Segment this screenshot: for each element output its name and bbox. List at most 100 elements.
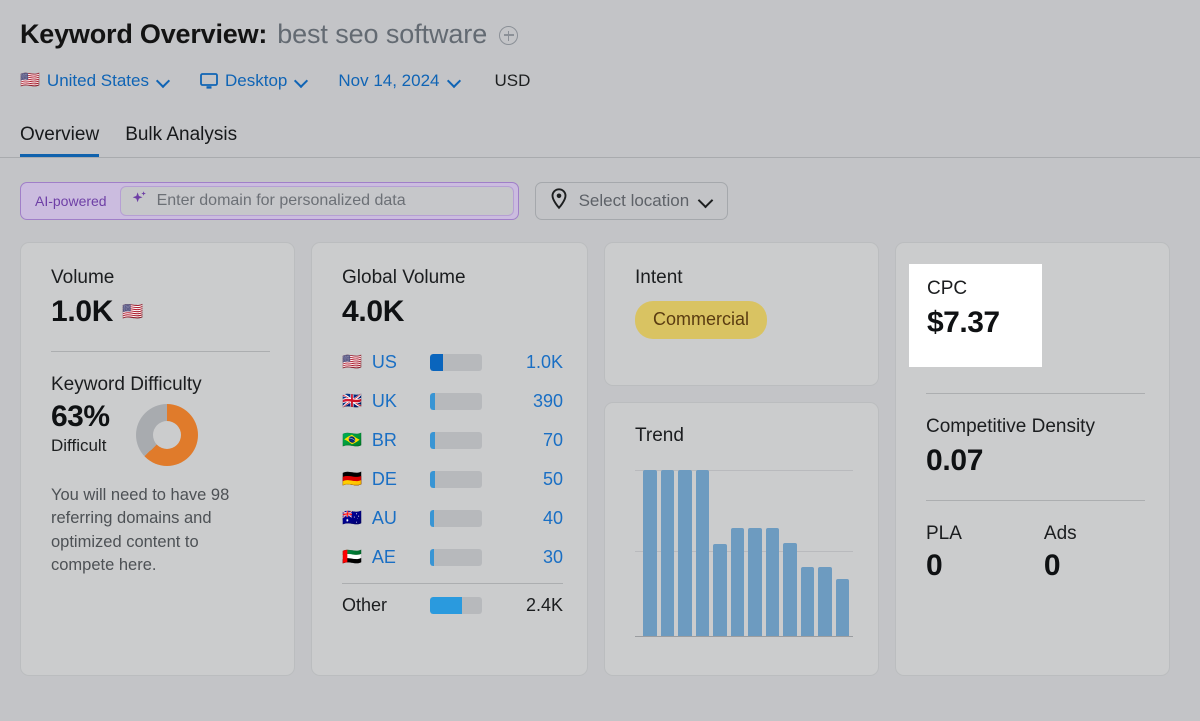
global-volume-row[interactable]: 🇦🇺AU40 bbox=[342, 499, 563, 538]
ai-domain-group: AI-powered bbox=[20, 182, 519, 220]
filters-row: 🇺🇸 United States Desktop Nov 14, 2024 bbox=[20, 68, 1200, 94]
cpc-value: $7.37 bbox=[927, 306, 1042, 340]
date-filter-label: Nov 14, 2024 bbox=[338, 71, 439, 91]
sparkle-icon bbox=[131, 190, 148, 212]
domain-input-wrap[interactable] bbox=[120, 186, 514, 216]
global-volume-row[interactable]: 🇦🇪 AE 30 bbox=[342, 538, 563, 577]
trend-bar[interactable] bbox=[696, 470, 710, 636]
ai-powered-badge: AI-powered bbox=[21, 193, 120, 209]
country-volume-value: 50 bbox=[482, 469, 563, 490]
volume-value-row: 1.0K 🇺🇸 bbox=[51, 295, 270, 329]
trend-bar[interactable] bbox=[748, 528, 762, 636]
trend-bar[interactable] bbox=[731, 528, 745, 636]
country-cell: 🇧🇷BR bbox=[342, 430, 430, 451]
keyword-difficulty-percent: 63% bbox=[51, 400, 110, 434]
country-volume-bar bbox=[430, 354, 482, 371]
page-header: Keyword Overview: best seo software 🇺🇸 U… bbox=[0, 0, 1200, 94]
country-volume-value: 1.0K bbox=[482, 352, 563, 373]
tab-bar-divider bbox=[0, 157, 1200, 158]
trend-bar[interactable] bbox=[713, 544, 727, 635]
page-title: Keyword Overview: best seo software bbox=[20, 14, 1200, 54]
country-code: BR bbox=[372, 430, 397, 451]
device-filter[interactable]: Desktop bbox=[200, 71, 308, 91]
trend-bar[interactable] bbox=[818, 567, 832, 635]
pla-label: PLA bbox=[926, 523, 962, 545]
country-code: Other bbox=[342, 595, 387, 616]
trend-card: Trend bbox=[604, 402, 879, 676]
trend-label: Trend bbox=[635, 425, 860, 447]
country-volume-value: 390 bbox=[482, 391, 563, 412]
location-select-label: Select location bbox=[579, 191, 690, 211]
country-code: US bbox=[372, 352, 397, 373]
trend-bar[interactable] bbox=[661, 470, 675, 636]
domain-input[interactable] bbox=[157, 192, 503, 210]
plus-circle-icon[interactable] bbox=[499, 26, 518, 45]
global-volume-divider bbox=[342, 583, 563, 584]
trend-bar[interactable] bbox=[836, 579, 850, 635]
global-volume-row[interactable]: 🇧🇷BR70 bbox=[342, 421, 563, 460]
chevron-down-icon bbox=[699, 194, 713, 208]
global-volume-row-other: Other 2.4K bbox=[342, 586, 563, 625]
metrics-cards: Volume 1.0K 🇺🇸 Keyword Difficulty 63% Di… bbox=[20, 242, 1200, 676]
country-volume-value: 30 bbox=[482, 547, 563, 568]
country-flag-icon: 🇦🇪 bbox=[342, 550, 362, 566]
intent-label: Intent bbox=[635, 267, 854, 289]
trend-chart bbox=[635, 469, 853, 637]
cpc-label: CPC bbox=[927, 278, 1042, 300]
tab-bulk-analysis[interactable]: Bulk Analysis bbox=[125, 124, 237, 158]
map-pin-icon bbox=[549, 188, 569, 215]
global-volume-value: 4.0K bbox=[342, 295, 563, 329]
trend-bar[interactable] bbox=[783, 543, 797, 636]
country-cell: 🇺🇸US bbox=[342, 352, 430, 373]
chevron-down-icon bbox=[449, 75, 461, 87]
global-volume-row[interactable]: 🇩🇪DE 50 bbox=[342, 460, 563, 499]
country-cell: 🇩🇪DE bbox=[342, 469, 430, 490]
country-volume-value: 2.4K bbox=[482, 595, 563, 616]
keyword-difficulty-rating: Difficult bbox=[51, 436, 110, 456]
country-cell: 🇦🇺AU bbox=[342, 508, 430, 529]
country-cell: Other bbox=[342, 595, 430, 616]
device-filter-label: Desktop bbox=[225, 71, 287, 91]
pla-ads-row: PLA 0 Ads 0 bbox=[926, 523, 1145, 583]
ads-metric: Ads 0 bbox=[1044, 523, 1077, 583]
global-volume-list: 🇺🇸US 1.0K 🇬🇧UK390🇧🇷BR70 🇩🇪DE 50 🇦🇺AU40 🇦🇪 AE 30 O… bbox=[342, 343, 563, 625]
trend-bars bbox=[643, 470, 849, 636]
intent-badge[interactable]: Commercial bbox=[635, 301, 767, 339]
country-volume-bar bbox=[430, 432, 482, 449]
country-volume-bar bbox=[430, 510, 482, 527]
trend-bar[interactable] bbox=[766, 528, 780, 636]
us-flag-icon: 🇺🇸 bbox=[20, 73, 40, 89]
trend-bar[interactable] bbox=[678, 470, 692, 636]
date-filter[interactable]: Nov 14, 2024 bbox=[338, 71, 460, 91]
ads-value: 0 bbox=[1044, 549, 1077, 583]
cpc-highlight-box: CPC $7.37 bbox=[909, 264, 1042, 367]
card-divider bbox=[51, 351, 270, 352]
card-divider bbox=[926, 393, 1145, 394]
volume-value: 1.0K bbox=[51, 295, 113, 329]
country-volume-bar bbox=[430, 597, 482, 614]
cpc-card: CPC $7.37 Competitive Density 0.07 PLA 0 bbox=[895, 242, 1170, 676]
chevron-down-icon bbox=[158, 75, 170, 87]
us-flag-icon: 🇺🇸 bbox=[122, 302, 143, 322]
global-volume-card: Global Volume 4.0K 🇺🇸US 1.0K 🇬🇧UK390🇧🇷BR70… bbox=[311, 242, 588, 676]
country-code: AU bbox=[372, 508, 397, 529]
country-cell: 🇦🇪 AE bbox=[342, 547, 430, 568]
location-select[interactable]: Select location bbox=[535, 182, 729, 220]
global-volume-row[interactable]: 🇬🇧UK390 bbox=[342, 382, 563, 421]
intent-trend-column: Intent Commercial Trend bbox=[604, 242, 879, 676]
ads-label: Ads bbox=[1044, 523, 1077, 545]
country-code: DE bbox=[372, 469, 397, 490]
country-volume-bar bbox=[430, 393, 482, 410]
trend-bar[interactable] bbox=[801, 567, 815, 635]
country-filter[interactable]: 🇺🇸 United States bbox=[20, 71, 170, 91]
country-code: AE bbox=[372, 547, 396, 568]
currency-label: USD bbox=[495, 71, 531, 91]
global-volume-label: Global Volume bbox=[342, 267, 563, 289]
toolbar: AI-powered Select location bbox=[20, 182, 1200, 220]
country-filter-label: United States bbox=[47, 71, 149, 91]
trend-bar[interactable] bbox=[643, 470, 657, 636]
volume-label: Volume bbox=[51, 267, 270, 289]
keyword-difficulty-donut bbox=[136, 404, 198, 466]
tab-overview[interactable]: Overview bbox=[20, 124, 99, 158]
global-volume-row[interactable]: 🇺🇸US 1.0K bbox=[342, 343, 563, 382]
